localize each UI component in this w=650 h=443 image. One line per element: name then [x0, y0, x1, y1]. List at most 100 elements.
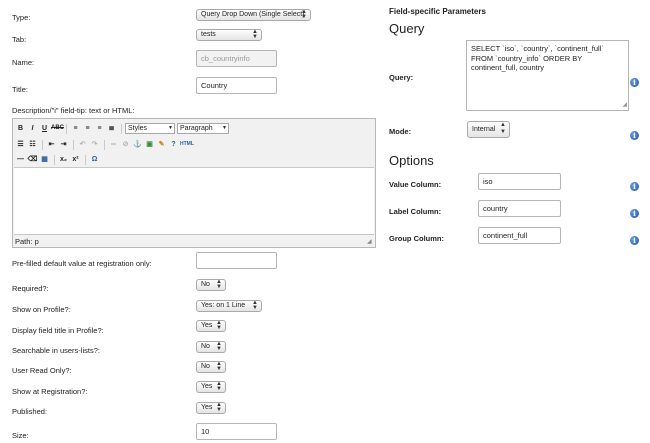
mode-label: Mode:: [389, 127, 412, 136]
label-column-input[interactable]: country: [478, 200, 561, 217]
remove-format-icon[interactable]: ⌫: [27, 154, 38, 165]
searchable-select[interactable]: No ▲ ▼: [196, 341, 226, 353]
show-profile-select-value: Yes: on 1 Line: [201, 302, 246, 309]
align-left-icon[interactable]: ≡: [70, 123, 81, 134]
show-profile-label: Show on Profile?:: [12, 305, 71, 314]
readonly-select-value: No: [201, 363, 210, 370]
superscript-icon[interactable]: x²: [70, 154, 81, 165]
value-column-label: Value Column:: [389, 180, 442, 189]
link-icon[interactable]: ∞: [108, 139, 119, 150]
info-icon[interactable]: i: [630, 209, 639, 218]
align-justify-icon[interactable]: ≣: [106, 123, 117, 134]
size-label: Size:: [12, 431, 29, 440]
image-icon[interactable]: ▣: [144, 139, 155, 150]
editor-content-area[interactable]: [14, 167, 374, 235]
chevron-down-icon: ▼: [168, 125, 173, 131]
html-source-icon[interactable]: HTML: [180, 139, 194, 150]
editor-path: Path: p: [15, 237, 39, 246]
indent-icon[interactable]: ⇥: [58, 139, 69, 150]
value-column-input[interactable]: iso: [478, 173, 561, 190]
prefilled-input[interactable]: [196, 252, 277, 269]
title-label: Title:: [12, 85, 28, 94]
display-title-select-value: Yes: [201, 322, 213, 329]
italic-icon[interactable]: I: [27, 123, 38, 134]
underline-icon[interactable]: U: [39, 123, 50, 134]
styles-select-value: Styles: [128, 125, 148, 132]
tab-select[interactable]: tests ▲ ▼: [196, 29, 262, 41]
numbered-list-icon[interactable]: ☷: [27, 139, 38, 150]
type-select[interactable]: Query Drop Down (Single Select) ▲ ▼: [196, 9, 311, 21]
format-select[interactable]: Paragraph ▼: [177, 123, 229, 134]
query-label: Query:: [389, 73, 414, 82]
resize-handle-icon[interactable]: ◢: [367, 239, 374, 246]
align-right-icon[interactable]: ≡: [94, 123, 105, 134]
published-select-value: Yes: [201, 404, 213, 411]
select-arrows-icon: ▲ ▼: [252, 300, 258, 311]
resize-handle-icon[interactable]: ◢: [622, 101, 627, 111]
published-select[interactable]: Yes ▲ ▼: [196, 402, 226, 414]
strikethrough-icon[interactable]: ABC: [51, 123, 64, 134]
searchable-select-value: No: [201, 343, 210, 350]
show-registration-select[interactable]: Yes ▲ ▼: [196, 381, 226, 393]
query-textarea[interactable]: SELECT `iso`, `country`, `continent_full…: [466, 40, 629, 111]
anchor-icon[interactable]: ⚓: [132, 139, 143, 150]
select-arrows-icon: ▲ ▼: [216, 361, 222, 372]
query-textarea-value: SELECT `iso`, `country`, `continent_full…: [471, 44, 604, 72]
select-arrows-icon: ▲ ▼: [216, 381, 222, 392]
required-label: Required?:: [12, 284, 49, 293]
toolbar-divider: [66, 123, 67, 134]
params-heading: Field-specific Parameters: [389, 7, 486, 16]
unlink-icon[interactable]: ⊘: [120, 139, 131, 150]
styles-select[interactable]: Styles ▼: [125, 123, 175, 134]
readonly-select[interactable]: No ▲ ▼: [196, 361, 226, 373]
searchable-label: Searchable in users-lists?:: [12, 346, 100, 355]
toolbar-divider: [73, 139, 74, 150]
size-input[interactable]: 10: [196, 423, 277, 440]
title-input[interactable]: Country: [196, 77, 277, 94]
show-profile-select[interactable]: Yes: on 1 Line ▲ ▼: [196, 300, 262, 312]
info-icon[interactable]: i: [630, 131, 639, 140]
subscript-icon[interactable]: x₂: [58, 154, 69, 165]
format-select-value: Paragraph: [180, 125, 213, 132]
info-icon[interactable]: i: [630, 78, 639, 87]
mode-select[interactable]: Internal ▲ ▼: [467, 121, 510, 138]
display-title-select[interactable]: Yes ▲ ▼: [196, 320, 226, 332]
info-icon[interactable]: i: [630, 236, 639, 245]
bullet-list-icon[interactable]: ☰: [15, 139, 26, 150]
horizontal-rule-icon[interactable]: —: [15, 154, 26, 165]
align-center-icon[interactable]: ≡: [82, 123, 93, 134]
toolbar-divider: [42, 139, 43, 150]
select-arrows-icon: ▲ ▼: [216, 320, 222, 331]
options-heading: Options: [389, 153, 434, 168]
label-column-label: Label Column:: [389, 207, 442, 216]
info-icon[interactable]: i: [630, 182, 639, 191]
toolbar-divider: [121, 123, 122, 134]
special-character-icon[interactable]: Ω: [89, 154, 100, 165]
required-select[interactable]: No ▲ ▼: [196, 279, 226, 291]
toolbar-divider: [104, 139, 105, 150]
group-column-input[interactable]: continent_full: [478, 227, 561, 244]
readonly-label: User Read Only?:: [12, 366, 72, 375]
required-select-value: No: [201, 281, 210, 288]
cleanup-icon[interactable]: ✎: [156, 139, 167, 150]
bold-icon[interactable]: B: [15, 123, 26, 134]
editor-toolbar-row-1: B I U ABC ≡ ≡ ≡ ≣ Styles ▼ Paragraph ▼: [15, 122, 231, 135]
select-arrows-icon: ▲ ▼: [216, 279, 222, 290]
mode-select-value: Internal: [472, 126, 496, 133]
group-column-label: Group Column:: [389, 234, 444, 243]
help-icon[interactable]: ?: [168, 139, 179, 150]
type-label: Type:: [12, 13, 31, 22]
name-input: cb_countryinfo: [196, 50, 277, 67]
outdent-icon[interactable]: ⇤: [46, 139, 57, 150]
redo-icon[interactable]: ↷: [89, 139, 100, 150]
tab-label: Tab:: [12, 35, 27, 44]
select-arrows-icon: ▲ ▼: [252, 29, 258, 40]
query-heading: Query: [389, 21, 425, 36]
table-icon[interactable]: ▦: [39, 154, 50, 165]
published-label: Published:: [12, 407, 48, 416]
undo-icon[interactable]: ↶: [77, 139, 88, 150]
toolbar-divider: [85, 154, 86, 165]
show-registration-label: Show at Registration?:: [12, 387, 88, 396]
select-arrows-icon: ▲ ▼: [301, 9, 307, 20]
prefilled-label: Pre-filled default value at registration…: [12, 259, 152, 268]
